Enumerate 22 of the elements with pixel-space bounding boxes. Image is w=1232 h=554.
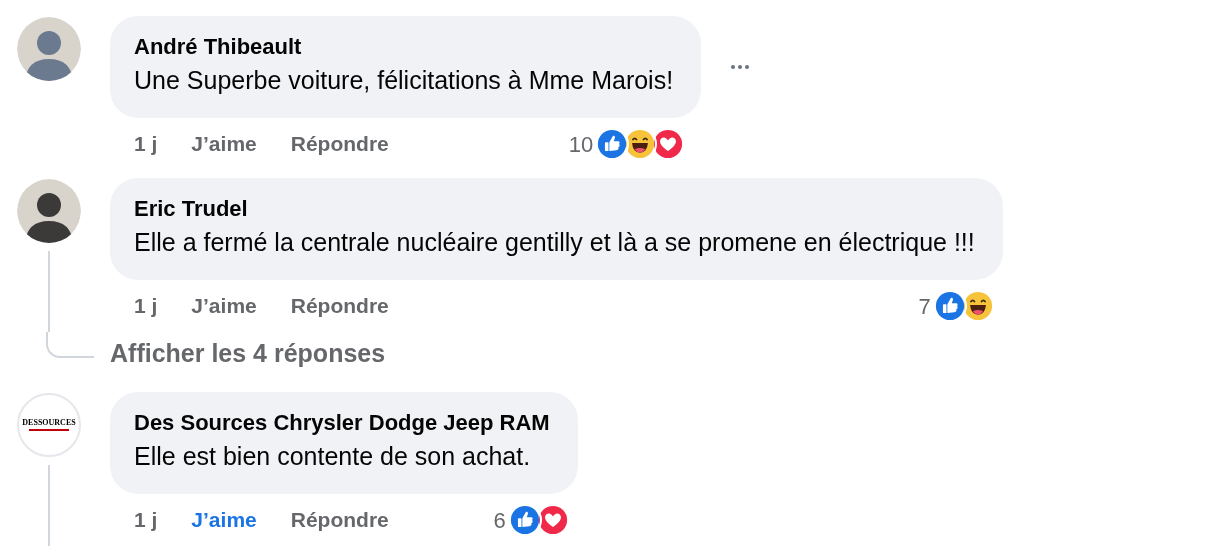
like-button[interactable]: J’aime xyxy=(191,504,257,536)
avatar[interactable] xyxy=(17,179,81,243)
comment-text: Une Superbe voiture, félicitations à Mme Marois! xyxy=(134,65,674,96)
logo-text: DESSOURCES xyxy=(22,419,76,427)
comment-text: Elle est bien contente de son achat. xyxy=(134,441,532,472)
view-replies-link[interactable]: Afficher les 4 réponses xyxy=(110,335,386,373)
comment-time[interactable]: 1 j xyxy=(134,290,158,322)
like-button[interactable]: J’aime xyxy=(191,290,257,322)
reply-button[interactable]: Répondre xyxy=(290,290,389,322)
reaction-count[interactable]: 6 xyxy=(493,503,506,537)
author-name[interactable]: André Thibeault xyxy=(134,32,674,62)
comment-time[interactable]: 1 j xyxy=(134,128,158,160)
reaction-count[interactable]: 7 xyxy=(918,289,931,323)
author-name[interactable]: Des Sources Chrysler Dodge Jeep RAM xyxy=(134,408,550,438)
reaction-count[interactable]: 10 xyxy=(568,127,594,161)
reply-button[interactable]: Répondre xyxy=(290,504,389,536)
avatar[interactable]: DESSOURCES xyxy=(17,393,81,457)
comment-text: Elle a fermé la centrale nucléaire gentilly et là a se promene en électrique !!! xyxy=(134,227,975,258)
reply-button[interactable]: Répondre xyxy=(290,128,389,160)
comment-time[interactable]: 1 j xyxy=(134,504,158,536)
like-button[interactable]: J’aime xyxy=(191,128,257,160)
author-name[interactable]: Eric Trudel xyxy=(134,194,975,224)
